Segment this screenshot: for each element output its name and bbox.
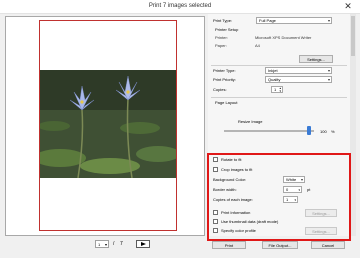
divider <box>211 65 347 66</box>
chevron-down-icon: ▾ <box>300 177 303 182</box>
page-total: 7 <box>120 241 123 247</box>
resize-slider[interactable] <box>224 130 314 132</box>
print-button[interactable]: Print <box>212 241 246 249</box>
chevron-down-icon: ▾ <box>327 18 330 23</box>
printer-settings-button[interactable]: Settings... <box>299 55 333 63</box>
divider <box>211 97 347 98</box>
close-icon[interactable]: ✕ <box>336 0 360 12</box>
chevron-down-icon: ▾ <box>327 77 330 82</box>
chevron-down-icon: ▾ <box>298 188 300 192</box>
resize-image-label: Resize Image <box>238 119 263 124</box>
print-info-settings-button[interactable]: Settings... <box>305 209 337 217</box>
window-title: Print 7 images selected <box>148 3 212 9</box>
paper-value: A4 <box>255 43 260 48</box>
chevron-down-icon: ▾ <box>104 242 107 247</box>
page-current: 1 <box>98 242 101 247</box>
color-profile-settings-button[interactable]: Settings... <box>305 227 337 235</box>
printer-type-value: Inkjet <box>268 68 278 73</box>
print-type-select[interactable]: Full Page ▾ <box>256 17 332 24</box>
print-information-label: Print Information <box>221 210 251 215</box>
crop-to-fit-checkbox[interactable] <box>213 167 218 172</box>
color-profile-checkbox[interactable] <box>213 228 218 233</box>
printer-type-label: Printer Type: <box>213 68 236 73</box>
background-color-value: White <box>286 177 297 182</box>
page-separator: / <box>113 241 115 247</box>
page-selector[interactable]: 1 ▾ <box>95 240 109 248</box>
border-width-value: 0 <box>286 187 289 192</box>
printer-value: Microsoft XPS Document Writer <box>255 35 312 40</box>
print-information-checkbox[interactable] <box>213 210 218 215</box>
use-thumbnail-checkbox[interactable] <box>213 219 218 224</box>
spinner-arrows-icon[interactable]: ▴ ▾ <box>279 87 281 93</box>
chevron-down-icon: ▾ <box>327 68 330 73</box>
copies-spinner[interactable]: 1 ▴ ▾ <box>271 86 283 93</box>
rotate-to-fit-label: Rotate to fit <box>221 157 242 162</box>
resize-unit: % <box>331 129 335 134</box>
border-width-unit: pt <box>307 187 311 192</box>
next-page-button[interactable] <box>136 240 150 248</box>
copies-each-label: Copies of each image: <box>213 197 253 202</box>
border-width-select[interactable]: 0 ▾ <box>283 186 302 193</box>
printer-type-select[interactable]: Inkjet ▾ <box>265 67 332 74</box>
chevron-down-icon: ▾ <box>294 198 296 202</box>
scrollbar-thumb[interactable] <box>351 16 355 56</box>
background-color-label: Background Color: <box>213 177 247 182</box>
printer-label: Printer: <box>215 35 228 40</box>
file-output-button[interactable]: File Output... <box>262 241 298 249</box>
background-color-select[interactable]: White ▾ <box>283 176 305 183</box>
crop-to-fit-label: Crop images to fit <box>221 167 253 172</box>
print-priority-select[interactable]: Quality ▾ <box>265 76 332 83</box>
print-type-value: Full Page <box>259 18 276 23</box>
printer-setup-heading: Printer Setup <box>215 27 239 32</box>
copies-label: Copies: <box>213 87 227 92</box>
rotate-to-fit-checkbox[interactable] <box>213 157 218 162</box>
copies-each-select[interactable]: 1 ▾ <box>283 196 298 203</box>
color-profile-label: Specify color profile <box>221 228 256 233</box>
use-thumbnail-label: Use thumbnail data (draft mode) <box>221 219 279 224</box>
preview-photo <box>40 70 176 178</box>
resize-slider-thumb[interactable] <box>307 126 311 135</box>
resize-value: 100 <box>320 129 327 134</box>
copies-each-value: 1 <box>286 197 289 202</box>
cancel-button[interactable]: Cancel <box>311 241 345 249</box>
copies-value: 1 <box>274 87 277 92</box>
print-type-label: Print Type: <box>213 18 233 23</box>
print-priority-label: Print Priority: <box>213 77 236 82</box>
page-layout-heading: Page Layout <box>215 100 238 105</box>
border-width-label: Border width: <box>213 187 237 192</box>
paper-label: Paper: <box>215 43 227 48</box>
print-priority-value: Quality <box>268 77 281 82</box>
